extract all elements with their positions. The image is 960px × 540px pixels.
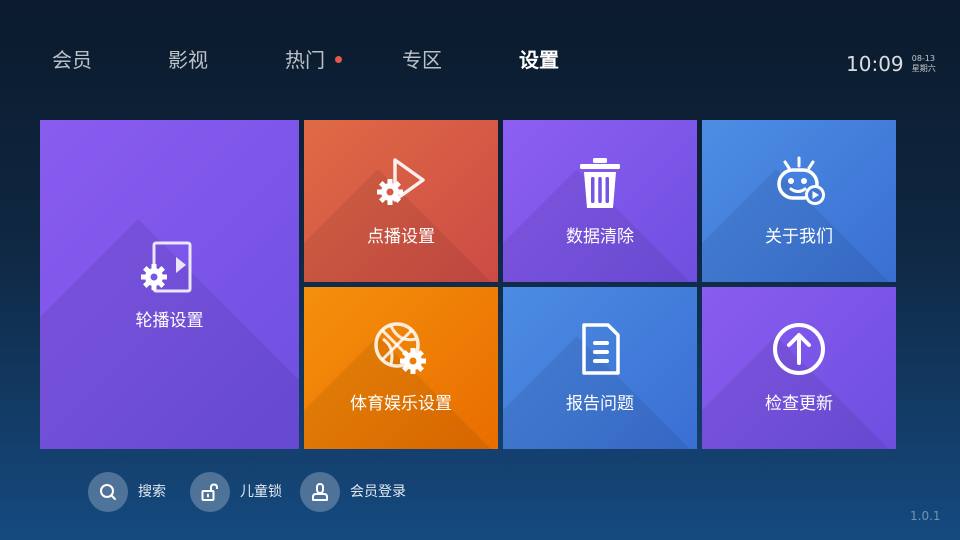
search-icon — [100, 484, 116, 500]
carousel-settings-icon — [140, 240, 200, 300]
member-login-label: 会员登录 — [350, 484, 406, 500]
settings-tile-grid: 轮播设置 点播设置 数据清除 关于我们 体育娱乐设置 报告问题 检查更新 — [0, 0, 960, 540]
about-us-tile[interactable]: 关于我们 — [702, 120, 896, 282]
member-login-button[interactable] — [300, 472, 340, 512]
report-issue-tile[interactable]: 报告问题 — [503, 287, 697, 449]
carousel-settings-tile[interactable]: 轮播设置 — [40, 120, 299, 449]
clear-data-tile[interactable]: 数据清除 — [503, 120, 697, 282]
clear-data-label: 数据清除 — [566, 227, 634, 247]
report-issue-label: 报告问题 — [566, 394, 634, 414]
basketball-settings-icon — [371, 319, 431, 383]
version-label: 1.0.1 — [910, 509, 941, 523]
vod-settings-tile[interactable]: 点播设置 — [304, 120, 498, 282]
carousel-settings-label: 轮播设置 — [135, 311, 204, 331]
arrow-up-circle-icon — [769, 319, 829, 383]
search-label: 搜索 — [138, 484, 166, 500]
about-us-label: 关于我们 — [765, 227, 833, 247]
user-icon — [312, 483, 328, 501]
search-button[interactable] — [88, 472, 128, 512]
trash-icon — [570, 152, 630, 216]
child-lock-label: 儿童锁 — [240, 484, 282, 500]
vod-settings-label: 点播设置 — [367, 227, 435, 247]
document-icon — [570, 319, 630, 383]
sports-settings-label: 体育娱乐设置 — [350, 394, 452, 414]
robot-face-icon — [769, 152, 829, 216]
unlock-icon — [201, 483, 218, 501]
sports-settings-tile[interactable]: 体育娱乐设置 — [304, 287, 498, 449]
check-update-tile[interactable]: 检查更新 — [702, 287, 896, 449]
play-settings-icon — [371, 152, 431, 216]
child-lock-button[interactable] — [190, 472, 230, 512]
check-update-label: 检查更新 — [765, 394, 833, 414]
